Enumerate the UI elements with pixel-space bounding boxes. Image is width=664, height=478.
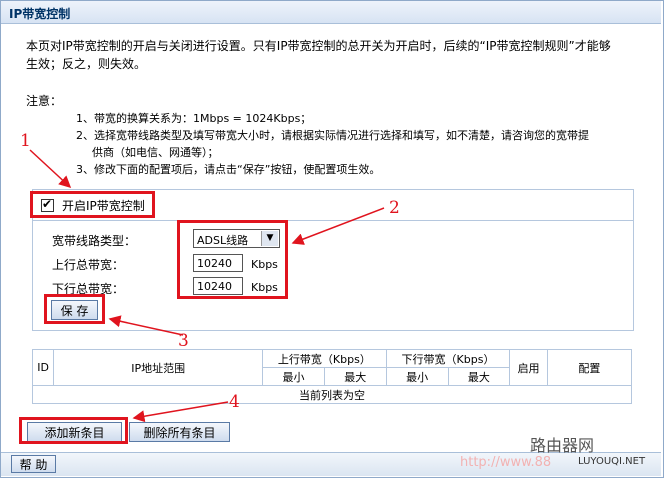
annotation-label-3: 3 [178, 331, 189, 351]
arrow-1 [29, 149, 72, 189]
arrow-4 [132, 401, 229, 423]
annotation-label-2: 2 [389, 198, 400, 218]
arrow-2 [291, 207, 385, 245]
annotation-label-1: 1 [20, 131, 31, 151]
annotation-arrows [29, 149, 385, 423]
arrow-3 [108, 315, 184, 336]
annotation-label-4: 4 [229, 392, 240, 412]
